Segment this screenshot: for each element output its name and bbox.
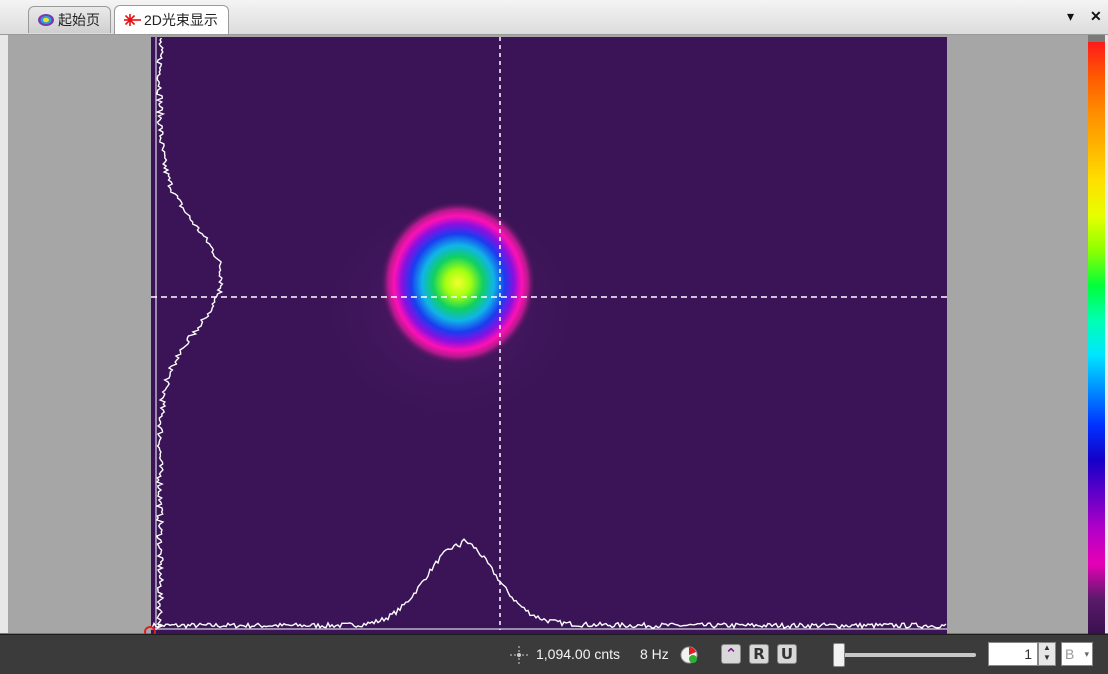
slider-track[interactable] <box>840 653 976 657</box>
r-icon[interactable]: R <box>749 644 769 664</box>
counts-readout: 1,094.00 cnts <box>536 646 621 662</box>
crosshair-move-icon[interactable] <box>509 645 529 665</box>
capture-status-icon[interactable] <box>680 646 699 665</box>
top-view-icon[interactable]: ⌃ <box>721 644 741 664</box>
spinner-buttons[interactable]: ▲ ▼ <box>1038 642 1056 666</box>
palette-gradient <box>1088 42 1105 634</box>
u-icon[interactable]: U <box>777 644 797 664</box>
value-spinner-input[interactable]: 1 <box>988 642 1038 666</box>
slider-thumb[interactable] <box>833 643 845 667</box>
unit-select-value: B <box>1065 646 1075 662</box>
beam-display <box>144 37 947 638</box>
chevron-down-icon: ▾ <box>1084 649 1089 659</box>
beam-spot <box>380 201 536 365</box>
color-palette-bar <box>1088 42 1105 634</box>
frame-rate-readout: 8 Hz <box>640 646 669 662</box>
status-bar: 1,094.00 cnts 8 Hz ⌃ R U 1 ▲ ▼ B ▾ <box>0 634 1108 674</box>
unit-select[interactable]: B ▾ <box>1061 642 1093 666</box>
